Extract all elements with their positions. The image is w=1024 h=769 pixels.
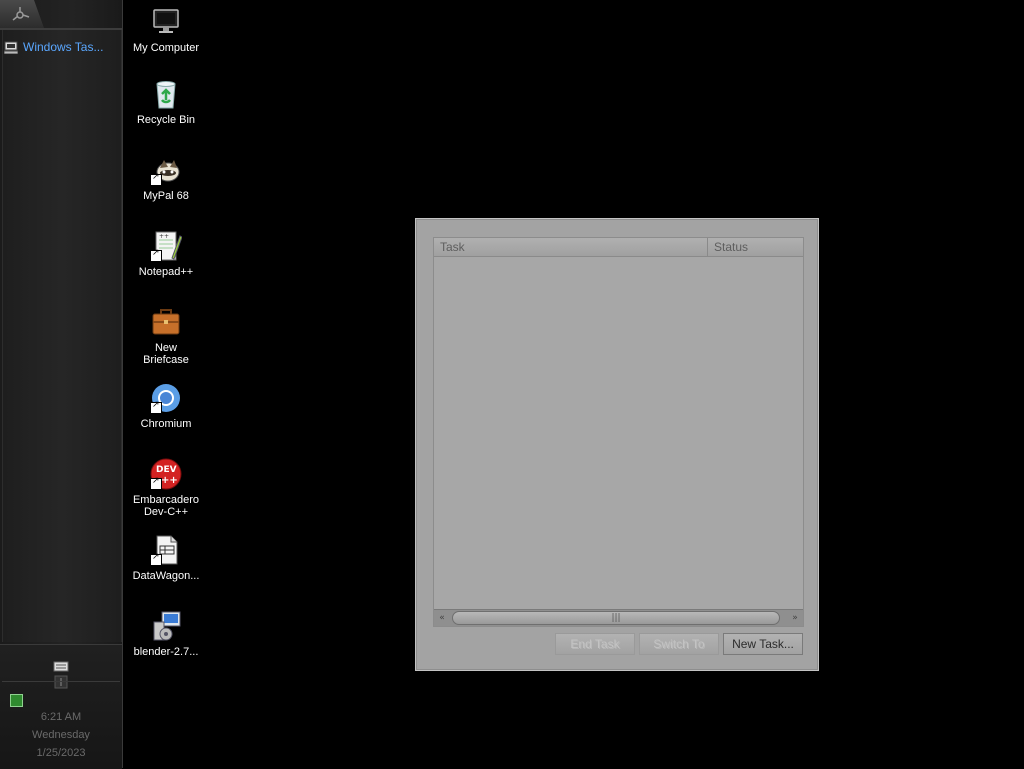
new-task-button[interactable]: New Task... [723,633,803,655]
system-tray: 6:21 AM Wednesday 1/25/2023 [0,644,122,769]
switch-to-button[interactable]: Switch To [639,633,719,655]
shortcut-arrow-icon [150,400,162,414]
shortcut-arrow-icon [150,248,162,262]
clock-day[interactable]: Wednesday [0,729,122,741]
desktop-icon-label: Embarcadero Dev-C++ [132,494,200,518]
desktop-icon-blender[interactable]: blender-2.7... [121,610,211,658]
scroll-right-icon[interactable]: » [788,611,802,625]
shortcut-arrow-icon [150,172,162,186]
desktop-icon-label: Notepad++ [138,266,194,278]
taskbar-item-task-manager[interactable]: Windows Tas... [4,36,118,58]
recycle-bin-icon [156,81,176,109]
shortcut-arrow-icon [150,476,162,490]
end-task-button[interactable]: End Task [555,633,635,655]
desktop-icon-label: Chromium [140,418,192,430]
desktop-icon-new-briefcase[interactable]: New Briefcase [121,306,211,366]
svg-text:++: ++ [159,233,169,240]
desktop-icon-dev-cpp[interactable]: DEV ++ Embarcadero Dev-C++ [121,458,211,518]
horizontal-scrollbar[interactable]: « ||| » [434,609,803,626]
desktop-icon-label: Recycle Bin [136,114,196,126]
task-list-header: Task Status [434,238,803,257]
column-header-task[interactable]: Task [434,238,708,256]
computer-icon [153,9,179,33]
desktop-icon-label: DataWagon... [132,570,200,582]
tray-divider [2,681,120,682]
svg-text:DEV: DEV [156,465,177,475]
task-manager-icon [4,41,18,54]
scroll-thumb[interactable]: ||| [452,611,780,625]
desktop-icon-label: My Computer [132,42,200,54]
taskbar: Windows Tas... 6:21 AM Wednesday 1/25/20… [0,0,123,769]
column-header-status[interactable]: Status [708,238,803,256]
desktop-icon-label: New Briefcase [143,342,189,366]
desktop-icon-chromium[interactable]: Chromium [121,382,211,430]
desktop-icon-mypal[interactable]: MyPal 68 [121,154,211,202]
taskbar-divider [0,28,122,30]
desktop-icon-my-computer[interactable]: My Computer [121,6,211,54]
shortcut-arrow-icon [150,552,162,566]
svg-text:++: ++ [161,475,178,486]
taskbar-item-label: Windows Tas... [23,40,104,54]
desktop-icon-label: MyPal 68 [143,190,189,202]
start-icon [12,7,30,21]
installer-icon [153,611,181,641]
desktop-icon-label: blender-2.7... [133,646,199,658]
clock-time[interactable]: 6:21 AM [0,711,122,723]
scroll-left-icon[interactable]: « [435,611,449,625]
task-list-area [2,30,122,642]
task-list[interactable]: Task Status « ||| » [433,237,804,627]
task-manager-window: Task Status « ||| » End Task Switch To N… [415,218,819,671]
desktop-icon-datawagon[interactable]: DataWagon... [121,534,211,582]
clock-date[interactable]: 1/25/2023 [0,747,122,759]
desktop-icon-notepad-plus-plus[interactable]: ++ Notepad++ [121,230,211,278]
network-status-icon[interactable] [10,694,23,707]
keyboard-icon[interactable] [53,659,69,689]
start-button[interactable] [0,0,44,28]
briefcase-icon [152,309,180,335]
desktop-icon-recycle-bin[interactable]: Recycle Bin [121,78,211,126]
